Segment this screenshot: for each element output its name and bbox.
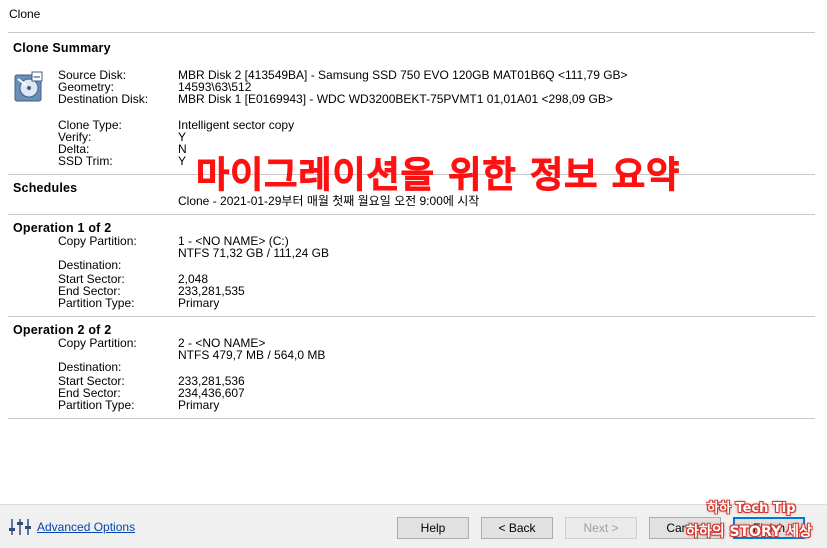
sliders-icon[interactable]	[8, 517, 32, 537]
ssd-trim-label: SSD Trim:	[58, 154, 113, 168]
divider	[8, 418, 815, 419]
ssd-trim-value: Y	[178, 154, 187, 168]
clone-summary-title: Clone Summary	[13, 41, 111, 55]
op1-copy-partition-label: Copy Partition:	[58, 234, 137, 248]
op1-partition-type-label: Partition Type:	[58, 296, 135, 310]
op2-copy-partition-label: Copy Partition:	[58, 336, 137, 350]
watermark-line-1: 하하 Tech Tip	[707, 501, 796, 516]
destination-disk-value: MBR Disk 1 [E0169943] - WDC WD3200BEKT-7…	[178, 92, 613, 106]
destination-disk-label: Destination Disk:	[58, 92, 149, 106]
overlay-annotation: 마이그레이션을 위한 정보 요약	[195, 155, 681, 197]
divider	[8, 214, 815, 215]
divider	[8, 32, 815, 33]
back-button[interactable]: < Back	[481, 517, 553, 539]
schedules-title: Schedules	[13, 181, 78, 195]
op2-partition-type-value: Primary	[178, 398, 220, 412]
op2-destination-label: Destination:	[58, 360, 122, 374]
op1-copy-partition-detail: NTFS 71,32 GB / 111,24 GB	[178, 246, 329, 260]
operation-1-title: Operation 1 of 2	[13, 221, 112, 235]
clone-type-value: Intelligent sector copy	[178, 118, 295, 132]
next-button[interactable]: Next >	[565, 517, 637, 539]
clone-disk-icon	[14, 71, 43, 102]
op1-destination-label: Destination:	[58, 258, 122, 272]
op2-partition-type-label: Partition Type:	[58, 398, 135, 412]
op2-copy-partition-detail: NTFS 479,7 MB / 564,0 MB	[178, 348, 326, 362]
op1-partition-type-value: Primary	[178, 296, 220, 310]
help-button[interactable]: Help	[397, 517, 469, 539]
divider	[8, 316, 815, 317]
watermark-line-2: 하하의 STORY 세상	[686, 524, 812, 540]
window-title: Clone	[9, 7, 41, 21]
advanced-options-link[interactable]: Advanced Options	[37, 520, 135, 534]
operation-2-title: Operation 2 of 2	[13, 323, 112, 337]
